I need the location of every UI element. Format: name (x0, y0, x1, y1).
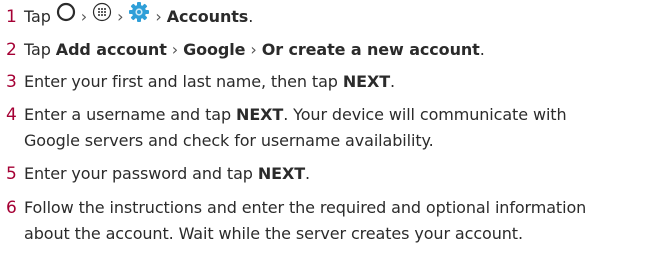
separator-chevron: › (80, 7, 88, 26)
step-text: Tap (24, 7, 51, 26)
separator-chevron: › (250, 40, 257, 59)
add-account-label: Add account (55, 40, 167, 59)
separator-chevron: › (117, 7, 124, 26)
step-2: 2 Tap Add account › Google › Or create a new … (6, 37, 662, 63)
step-5: 5 Enter your password and tap NEXT. (6, 161, 662, 187)
separator-chevron: › (171, 40, 179, 59)
step-continuation: Google servers and check for username av… (24, 131, 434, 150)
step-4: 4 Enter a username and tap NEXT. Your dev… (6, 102, 662, 153)
settings-gear-icon (128, 1, 150, 30)
step-number: 1 (6, 7, 17, 27)
separator-chevron: › (155, 7, 162, 26)
next-label: NEXT (236, 105, 284, 124)
step-number: 6 (6, 198, 17, 218)
step-3: 3 Enter your first and last name, then ta… (6, 69, 662, 95)
apps-grid-icon (92, 2, 112, 29)
step-continuation: about the account. Wait while the server… (24, 224, 523, 243)
step-6: 6 Follow the instructions and enter the r… (6, 195, 662, 246)
instruction-steps: 1 Tap › › › Accounts. 2 Tap Add account … (0, 0, 666, 254)
step-1: 1 Tap › › › Accounts. (6, 1, 662, 32)
step-number: 4 (6, 105, 17, 125)
next-label: NEXT (342, 72, 391, 91)
step-number: 3 (6, 72, 17, 92)
home-circle-icon (56, 2, 76, 29)
create-new-account-label: Or create a new account (261, 40, 480, 59)
accounts-label: Accounts (166, 7, 249, 26)
next-label: NEXT (257, 164, 306, 183)
step-number: 5 (6, 164, 17, 184)
google-label: Google (183, 40, 246, 59)
step-number: 2 (6, 40, 17, 60)
